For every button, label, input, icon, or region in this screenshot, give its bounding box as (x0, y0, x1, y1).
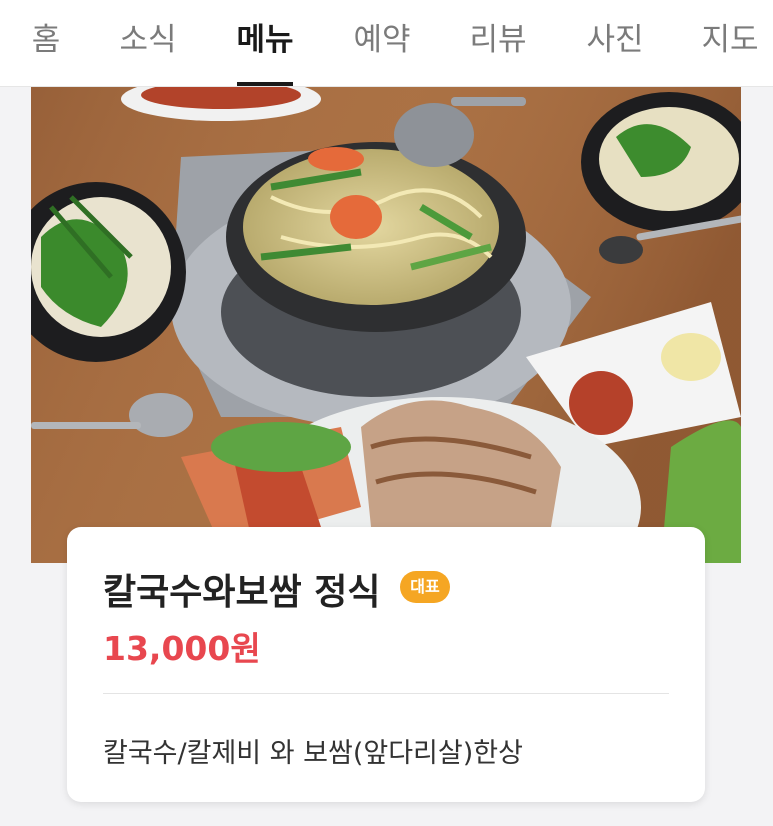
menu-item-description: 칼국수/칼제비 와 보쌈(앞다리살)한상 (103, 738, 523, 769)
menu-photo[interactable] (31, 87, 741, 563)
menu-item-price: 13,000원 (103, 629, 261, 668)
menu-item-name: 칼국수와보쌈 정식 (103, 572, 381, 613)
menu-item-card[interactable]: 칼국수와보쌈 정식 대표 13,000원 칼국수/칼제비 와 보쌈(앞다리살)한… (67, 527, 705, 802)
tab-reviews[interactable]: 리뷰 (465, 18, 531, 62)
tab-home[interactable]: 홈 (24, 18, 68, 62)
tab-news[interactable]: 소식 (115, 18, 181, 62)
card-divider (103, 693, 669, 694)
food-photo-illustration (31, 87, 741, 563)
signature-badge: 대표 (400, 571, 450, 603)
active-tab-indicator (237, 82, 293, 86)
tab-menu[interactable]: 메뉴 (232, 18, 298, 62)
tab-reservation[interactable]: 예약 (349, 18, 415, 62)
menu-page: 홈 소식 메뉴 예약 리뷰 사진 지도 칼국수와보쌈 정식 대표 13,000원… (0, 0, 773, 826)
tab-photos[interactable]: 사진 (582, 18, 648, 62)
tab-bar: 홈 소식 메뉴 예약 리뷰 사진 지도 (0, 0, 773, 87)
tab-map[interactable]: 지도 (697, 18, 763, 62)
